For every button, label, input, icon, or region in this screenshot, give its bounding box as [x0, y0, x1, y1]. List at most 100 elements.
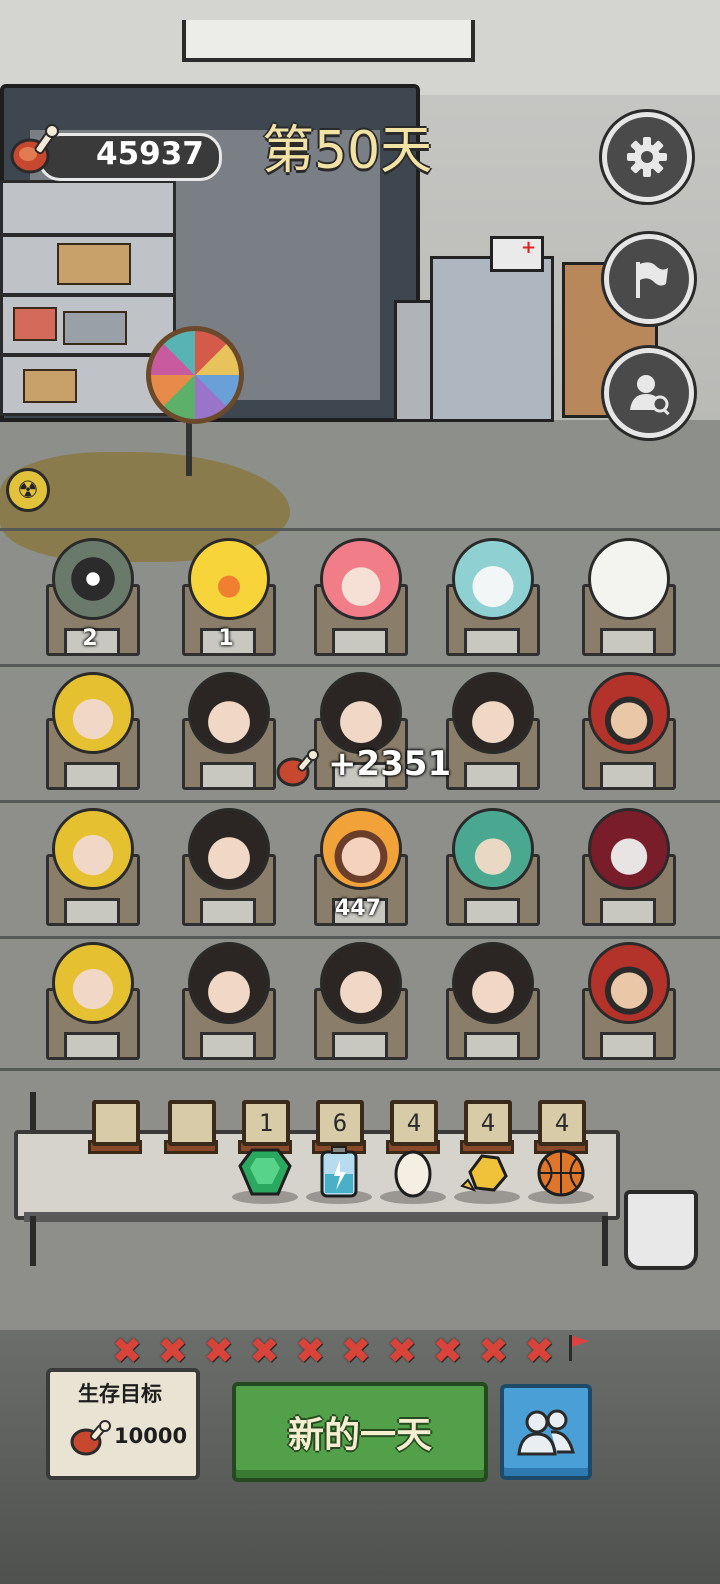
day-complete-mark: ✖ — [111, 1331, 142, 1372]
day-complete-mark: ✖ — [295, 1331, 326, 1372]
name-plaque — [600, 1032, 656, 1060]
survivor-seat[interactable] — [426, 938, 554, 1062]
inventory-slot[interactable] — [92, 1100, 140, 1146]
survivor-seat[interactable]: 2 — [26, 534, 154, 658]
survivor-seat[interactable] — [426, 534, 554, 658]
day-complete-mark: ✖ — [432, 1331, 463, 1372]
new-day-button[interactable]: 新的一天 — [232, 1382, 488, 1482]
survivor-seat[interactable] — [162, 804, 290, 928]
survivor-seat[interactable] — [26, 804, 154, 928]
survivor-seat[interactable] — [294, 534, 422, 658]
black-hair-girl-avatar[interactable] — [188, 672, 270, 754]
duck-avatar[interactable] — [188, 538, 270, 620]
table-legs — [30, 1216, 608, 1266]
survivor-seat[interactable] — [162, 938, 290, 1062]
inventory-slot[interactable]: 4 — [464, 1100, 512, 1146]
survivor-seat[interactable] — [562, 668, 690, 792]
flag-icon — [562, 1332, 594, 1372]
black-hair-girl-avatar[interactable] — [320, 942, 402, 1024]
survivor-count: 1 — [218, 626, 234, 651]
survivors-button[interactable] — [500, 1384, 592, 1480]
day-complete-mark: ✖ — [249, 1331, 280, 1372]
name-plaque — [600, 762, 656, 790]
sunglasses-man-avatar[interactable] — [588, 942, 670, 1024]
blond-vampire-avatar[interactable] — [52, 808, 134, 890]
survivor-seat[interactable] — [562, 804, 690, 928]
lucky-wheel[interactable] — [146, 326, 244, 424]
name-plaque — [200, 898, 256, 926]
paper-note-avatar[interactable] — [588, 538, 670, 620]
black-hair-girl-avatar[interactable] — [452, 672, 534, 754]
floor-line — [0, 800, 720, 803]
meat-icon — [10, 122, 59, 174]
cyan-cat-avatar[interactable] — [452, 538, 534, 620]
name-plaque — [332, 628, 388, 656]
floor-line — [0, 664, 720, 667]
sunglasses-man-avatar[interactable] — [588, 672, 670, 754]
name-plaque — [200, 762, 256, 790]
floor-line — [0, 1068, 720, 1071]
ceiling-lamp — [182, 20, 475, 62]
robot-avatar[interactable] — [52, 538, 134, 620]
emerald-gem-icon[interactable] — [236, 1146, 294, 1198]
black-hair-girl-avatar[interactable] — [452, 942, 534, 1024]
survivor-count: 2 — [82, 626, 98, 651]
black-hair-girl-avatar[interactable] — [188, 808, 270, 890]
medical-cabinet — [430, 256, 554, 422]
search-survivor-button[interactable] — [604, 348, 694, 438]
name-plaque — [600, 628, 656, 656]
bucket — [624, 1190, 698, 1270]
name-plaque — [464, 1032, 520, 1060]
inventory-slot[interactable]: 6 — [316, 1100, 364, 1146]
gold-nugget-icon[interactable] — [458, 1146, 516, 1198]
survivor-seat[interactable]: 1 — [162, 534, 290, 658]
wheel-stand — [186, 420, 192, 476]
survival-goal-value: 10000 — [114, 1424, 188, 1448]
gear-icon — [627, 137, 667, 177]
survivor-seat[interactable] — [26, 938, 154, 1062]
inventory-slot[interactable] — [168, 1100, 216, 1146]
injured-boy-avatar[interactable] — [320, 808, 402, 890]
flag-button[interactable] — [604, 234, 694, 324]
day-complete-mark: ✖ — [203, 1331, 234, 1372]
blond-vampire-avatar[interactable] — [52, 942, 134, 1024]
name-plaque — [464, 898, 520, 926]
inventory-slot[interactable]: 4 — [390, 1100, 438, 1146]
radiation-icon: ☢ — [6, 468, 50, 512]
name-plaque — [332, 1032, 388, 1060]
survivor-seat[interactable]: 447 — [294, 804, 422, 928]
survivor-seat[interactable] — [294, 938, 422, 1062]
name-plaque — [464, 628, 520, 656]
meat-gain-popup: +2351 — [328, 744, 452, 784]
name-plaque — [600, 898, 656, 926]
black-hair-girl-avatar[interactable] — [320, 672, 402, 754]
name-plaque — [64, 1032, 120, 1060]
green-hat-elder-avatar[interactable] — [452, 808, 534, 890]
black-hair-girl-avatar[interactable] — [188, 942, 270, 1024]
day-complete-mark: ✖ — [524, 1331, 555, 1372]
blond-vampire-avatar[interactable] — [52, 672, 134, 754]
inventory-slot[interactable]: 1 — [242, 1100, 290, 1146]
survivor-seat[interactable] — [562, 938, 690, 1062]
flag-icon — [636, 262, 668, 298]
day-complete-mark: ✖ — [157, 1331, 188, 1372]
inventory-slot[interactable]: 4 — [538, 1100, 586, 1146]
meat-icon — [70, 1420, 112, 1460]
first-aid-kit — [490, 236, 544, 272]
egg-icon[interactable] — [384, 1146, 442, 1198]
settings-button[interactable] — [602, 112, 692, 202]
survivor-seat[interactable] — [562, 534, 690, 658]
meat-icon — [276, 748, 320, 792]
red-hood-girl-avatar[interactable] — [588, 808, 670, 890]
battery-icon[interactable] — [310, 1146, 368, 1198]
name-plaque — [464, 762, 520, 790]
pink-hair-girl-avatar[interactable] — [320, 538, 402, 620]
survivor-seat[interactable] — [162, 668, 290, 792]
name-plaque — [200, 1032, 256, 1060]
meat-count: 45937 — [96, 136, 204, 172]
basketball-icon[interactable] — [532, 1146, 590, 1198]
name-plaque — [64, 762, 120, 790]
survival-goal-label: 生存目标 — [78, 1382, 162, 1406]
survivor-seat[interactable] — [426, 804, 554, 928]
survivor-seat[interactable] — [26, 668, 154, 792]
